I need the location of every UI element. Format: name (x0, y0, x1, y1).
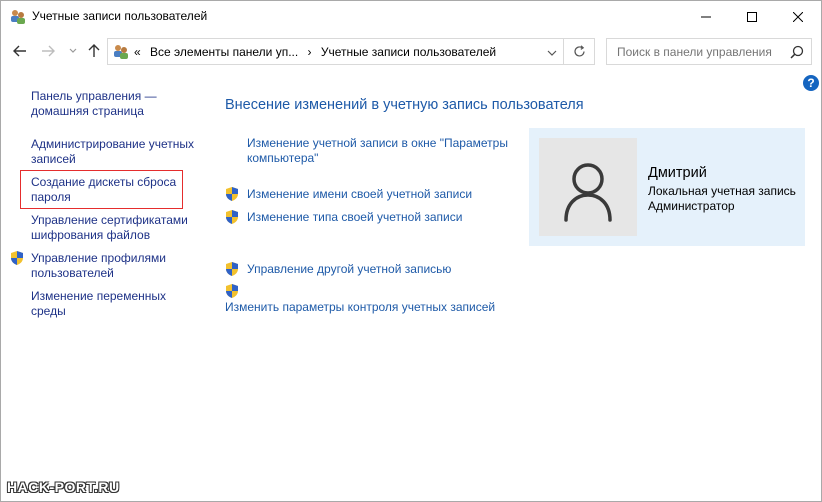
uac-settings-link[interactable]: Изменить параметры контроля учетных запи… (225, 300, 495, 315)
manage-accounts-line-2: записей (31, 152, 76, 166)
pc-settings-line-1: Изменение учетной записи в окне "Парамет… (247, 136, 508, 150)
change-account-type-link[interactable]: Изменение типа своей учетной записи (247, 210, 462, 225)
environment-variables-link[interactable]: Изменение переменных среды (31, 289, 166, 319)
control-panel-window: Учетные записи пользователей « Все элеме… (0, 0, 822, 502)
minimize-button[interactable] (683, 1, 729, 32)
manage-certificates-line-2: шифрования файлов (31, 228, 151, 242)
create-reset-disk-link[interactable]: Создание дискеты сброса пароля (31, 175, 176, 205)
avatar (539, 138, 637, 236)
uac-shield-icon (224, 186, 240, 202)
rename-account-link[interactable]: Изменение имени своей учетной записи (247, 187, 472, 202)
uac-shield-icon (224, 209, 240, 225)
address-bar[interactable]: « Все элементы панели уп... › Учетные за… (107, 38, 564, 65)
search-input[interactable] (607, 39, 793, 64)
search-box[interactable] (606, 38, 812, 65)
up-arrow-icon (88, 44, 100, 57)
close-button[interactable] (775, 1, 821, 32)
manage-accounts-link[interactable]: Администрирование учетных записей (31, 137, 194, 167)
minimize-icon (701, 16, 711, 17)
cp-home-link[interactable]: Панель управления — домашняя страница (31, 89, 157, 119)
create-reset-disk-line-1: Создание дискеты сброса (31, 175, 177, 189)
account-role: Администратор (648, 199, 735, 213)
uac-shield-icon (224, 261, 240, 277)
user-name: Дмитрий (648, 165, 707, 181)
window-title: Учетные записи пользователей (32, 9, 208, 23)
forward-arrow-icon (42, 45, 55, 57)
environment-variables-line-1: Изменение переменных (31, 289, 167, 303)
manage-profiles-link[interactable]: Управление профилями пользователей (31, 251, 166, 281)
cp-home-line-1: Панель управления — (31, 89, 157, 103)
forward-button[interactable] (39, 42, 57, 60)
up-button[interactable] (85, 42, 103, 60)
user-account-card: Дмитрий Локальная учетная запись Админис… (529, 128, 805, 246)
breadcrumb-all-items[interactable]: Все элементы панели уп... (150, 45, 298, 59)
page-title: Внесение изменений в учетную запись поль… (225, 97, 584, 113)
users-app-icon (9, 8, 27, 26)
uac-shield-icon (9, 250, 25, 266)
create-reset-disk-line-2: пароля (31, 190, 71, 204)
help-button[interactable]: ? (803, 75, 819, 91)
refresh-button[interactable] (564, 38, 595, 65)
maximize-icon (747, 11, 757, 22)
breadcrumb-user-accounts[interactable]: Учетные записи пользователей (321, 45, 496, 59)
manage-certificates-line-1: Управление сертификатами (31, 213, 188, 227)
recent-locations-button[interactable] (64, 42, 82, 60)
user-icon (564, 163, 612, 222)
title-bar: Учетные записи пользователей (1, 1, 821, 32)
back-arrow-icon (13, 45, 26, 57)
maximize-button[interactable] (729, 1, 775, 32)
chevron-down-icon (69, 48, 77, 53)
pc-settings-line-2: компьютера" (247, 151, 319, 165)
manage-certificates-link[interactable]: Управление сертификатами шифрования файл… (31, 213, 188, 243)
back-button[interactable] (11, 42, 29, 60)
environment-variables-line-2: среды (31, 304, 66, 318)
pc-settings-link[interactable]: Изменение учетной записи в окне "Парамет… (247, 136, 508, 166)
cp-home-line-2: домашняя страница (31, 104, 144, 118)
uac-shield-icon (224, 283, 240, 299)
refresh-icon (573, 45, 585, 57)
account-type: Локальная учетная запись (648, 184, 796, 198)
address-dropdown-icon[interactable] (547, 46, 557, 60)
breadcrumb-separator[interactable]: › (308, 45, 312, 59)
control-panel-icon (112, 43, 130, 61)
navigation-bar: « Все элементы панели уп... › Учетные за… (1, 36, 821, 68)
breadcrumb-overflow[interactable]: « (134, 45, 141, 59)
search-icon[interactable] (790, 45, 804, 62)
breadcrumb: « Все элементы панели уп... › Учетные за… (134, 45, 502, 59)
manage-profiles-line-2: пользователей (31, 266, 114, 280)
manage-profiles-line-1: Управление профилями (31, 251, 166, 265)
manage-accounts-line-1: Администрирование учетных (31, 137, 195, 151)
manage-another-account-link[interactable]: Управление другой учетной записью (247, 262, 451, 277)
close-icon (793, 11, 803, 22)
site-watermark: HACK-PORT.RU (7, 479, 120, 495)
